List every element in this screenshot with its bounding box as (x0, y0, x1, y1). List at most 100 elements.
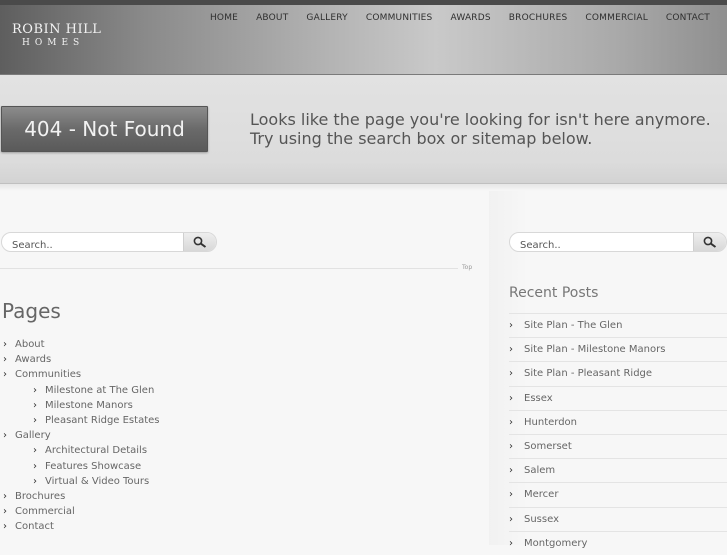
page-link-label: Communities (15, 369, 82, 381)
recent-post-label: Montgomery (524, 537, 588, 549)
recent-post-label: Site Plan - The Glen (524, 320, 623, 331)
nav-communities[interactable]: COMMUNITIES (357, 13, 442, 24)
chevron-right-icon: › (509, 440, 513, 452)
page-link[interactable]: › Features Showcase (0, 459, 159, 474)
recent-post-link[interactable]: › Montgomery (509, 530, 727, 555)
page-link-label: About (15, 339, 45, 350)
content-divider (0, 268, 458, 269)
chevron-right-icon: › (509, 416, 513, 428)
recent-post-link[interactable]: › Salem (509, 458, 727, 482)
nav-home[interactable]: HOME (201, 13, 247, 24)
recent-post-link[interactable]: › Somerset (509, 433, 727, 458)
error-message: Looks like the page you're looking for i… (250, 110, 711, 148)
chevron-right-icon: › (33, 384, 37, 396)
recent-post-link[interactable]: › Essex (509, 385, 727, 410)
page-link-label: Pleasant Ridge Estates (45, 414, 160, 426)
chevron-right-icon: › (509, 513, 513, 525)
page-title: 404 - Not Found (1, 106, 208, 152)
chevron-right-icon: › (3, 354, 7, 366)
recent-posts-list: › Site Plan - The Glen › Site Plan - Milest… (509, 313, 727, 555)
recent-post-link[interactable]: › Hunterdon (509, 409, 727, 434)
recent-post-link[interactable]: › Sussex (509, 506, 727, 531)
chevron-right-icon: › (509, 392, 513, 404)
chevron-right-icon: › (3, 506, 7, 518)
chevron-right-icon: › (3, 369, 7, 381)
recent-post-label: Sussex (524, 513, 559, 525)
chevron-right-icon: › (509, 368, 513, 380)
top-link[interactable]: Top (462, 264, 472, 271)
recent-posts-heading: Recent Posts (509, 285, 599, 301)
logo-bottom-text: HOMES (22, 38, 85, 48)
chevron-right-icon: › (33, 399, 37, 411)
recent-post-link[interactable]: › Site Plan - Milestone Manors (509, 337, 727, 361)
chevron-right-icon: › (509, 489, 513, 501)
chevron-right-icon: › (33, 445, 37, 457)
page-link[interactable]: › Commercial (0, 504, 159, 519)
recent-post-link[interactable]: › Mercer (509, 482, 727, 506)
chevron-right-icon: › (3, 521, 7, 533)
recent-post-link[interactable]: › Site Plan - The Glen (509, 313, 727, 337)
sidebar-search-input[interactable] (510, 236, 680, 251)
header-top-bar (0, 0, 727, 5)
page-link[interactable]: › Brochures (0, 489, 159, 504)
page-link-label: Virtual & Video Tours (45, 475, 150, 487)
recent-post-label: Site Plan - Pleasant Ridge (524, 368, 653, 380)
nav-about[interactable]: ABOUT (247, 13, 297, 24)
page-link-label: Architectural Details (45, 445, 148, 457)
chevron-right-icon: › (509, 320, 513, 331)
nav-awards[interactable]: AWARDS (441, 13, 499, 24)
site-header: ROBIN HILL HOMES HOME ABOUT GALLERY COMM… (0, 0, 727, 75)
nav-contact[interactable]: CONTACT (657, 13, 719, 24)
search-icon (193, 236, 207, 248)
site-logo[interactable]: ROBIN HILL HOMES (12, 22, 101, 48)
page-link[interactable]: › Virtual & Video Tours (0, 474, 159, 489)
main-nav: HOME ABOUT GALLERY COMMUNITIES AWARDS BR… (201, 13, 719, 24)
main-search-box (1, 232, 217, 252)
page-link-label: Awards (15, 354, 52, 366)
page-link-label: Brochures (15, 490, 66, 502)
recent-post-label: Salem (524, 465, 556, 477)
recent-post-label: Essex (524, 392, 553, 404)
pages-heading: Pages (2, 299, 61, 323)
recent-post-label: Mercer (524, 489, 559, 501)
page-link[interactable]: › Awards (0, 352, 159, 367)
page-link[interactable]: › Architectural Details (0, 443, 159, 458)
recent-post-label: Somerset (524, 440, 572, 452)
pages-list: › About › Awards › Communities › Milestone at T… (0, 337, 159, 534)
nav-commercial[interactable]: COMMERCIAL (576, 13, 657, 24)
page-link[interactable]: › Milestone at The Glen (0, 383, 159, 398)
page-link[interactable]: › Communities (0, 367, 159, 382)
main-search-input[interactable] (2, 236, 172, 251)
nav-gallery[interactable]: GALLERY (297, 13, 356, 24)
sidebar-search-box (509, 232, 727, 252)
nav-brochures[interactable]: BROCHURES (500, 13, 577, 24)
page-link-label: Milestone at The Glen (45, 384, 155, 396)
page-link-label: Milestone Manors (45, 399, 133, 411)
search-icon (703, 236, 717, 248)
recent-post-label: Hunterdon (524, 416, 578, 428)
chevron-right-icon: › (3, 339, 7, 350)
chevron-right-icon: › (33, 414, 37, 426)
recent-post-link[interactable]: › Site Plan - Pleasant Ridge (509, 361, 727, 385)
page-link[interactable]: › Pleasant Ridge Estates (0, 413, 159, 428)
sidebar-search-button[interactable] (693, 233, 726, 251)
chevron-right-icon: › (509, 537, 513, 549)
page-link[interactable]: › Contact (0, 519, 159, 534)
logo-top-text: ROBIN HILL (12, 22, 102, 37)
chevron-right-icon: › (509, 344, 513, 356)
page-link-label: Contact (15, 521, 54, 533)
chevron-right-icon: › (3, 490, 7, 502)
page-link-label: Features Showcase (45, 460, 142, 472)
banner-shadow (0, 183, 727, 191)
main-search-button[interactable] (183, 233, 216, 251)
page-link-label: Gallery (15, 430, 51, 442)
page-link[interactable]: › Gallery (0, 428, 159, 443)
error-banner: 404 - Not Found Looks like the page you'… (0, 75, 727, 184)
chevron-right-icon: › (3, 430, 7, 442)
page-link[interactable]: › About (0, 337, 159, 352)
chevron-right-icon: › (33, 460, 37, 472)
page-link-label: Commercial (15, 506, 75, 518)
recent-post-label: Site Plan - Milestone Manors (524, 344, 666, 356)
chevron-right-icon: › (33, 475, 37, 487)
page-link[interactable]: › Milestone Manors (0, 398, 159, 413)
